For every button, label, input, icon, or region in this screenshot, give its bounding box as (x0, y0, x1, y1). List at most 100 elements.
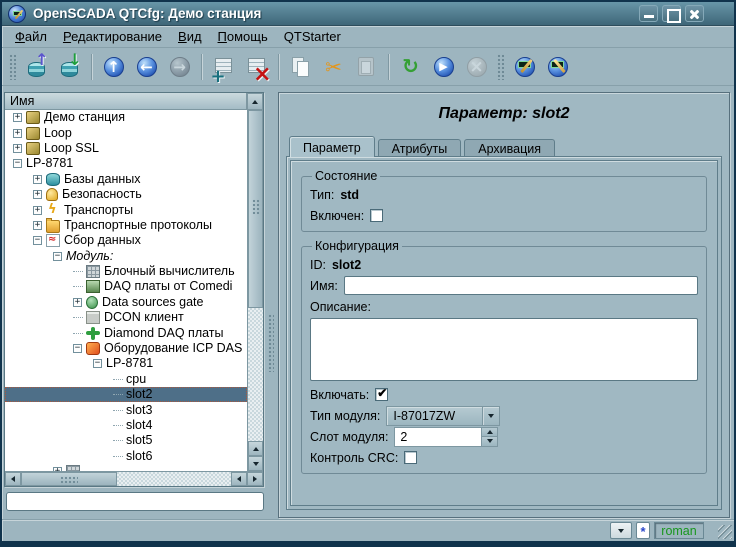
scroll-down-button[interactable] (248, 456, 263, 471)
menu-item-help[interactable]: Помощь (210, 27, 276, 46)
parameter-panel: Параметр: slot2 ПараметрАтрибутыАрхиваци… (278, 92, 730, 518)
tree-item[interactable]: +Loop (5, 125, 247, 140)
arrow-down-icon (253, 462, 259, 469)
to-enable-checkbox[interactable] (375, 388, 388, 401)
tree-header[interactable]: Имя (5, 93, 247, 110)
tree-item[interactable]: Diamond DAQ платы (5, 325, 247, 340)
tree-item[interactable]: slot5 (5, 433, 247, 448)
toolbar-separator (278, 54, 279, 80)
tree-item-label: DAQ платы от Comedi (104, 279, 232, 294)
panel-splitter[interactable] (265, 92, 277, 518)
tree-item[interactable]: −LP-8781 (5, 156, 247, 171)
horizontal-scrollbar-thumb[interactable] (21, 472, 117, 486)
load-from-db-button[interactable] (20, 51, 53, 83)
tree-item-label: Блочный вычислитель (104, 264, 235, 279)
tab-bar: ПараметрАтрибутыАрхивация (289, 135, 558, 157)
scroll-left-button-right[interactable] (231, 472, 247, 486)
close-button[interactable] (685, 5, 704, 22)
tree-item[interactable]: +Демо станция (5, 110, 247, 125)
tree-item-label: Сбор данных (64, 233, 141, 248)
expand-icon[interactable]: + (33, 175, 42, 184)
description-label: Описание: (310, 300, 371, 314)
collapse-icon[interactable]: − (33, 236, 42, 245)
tree-item[interactable]: slot4 (5, 418, 247, 433)
expand-icon[interactable]: + (13, 113, 22, 122)
nav-back-button[interactable] (130, 51, 163, 83)
nav-up-button[interactable] (97, 51, 130, 83)
tree-item[interactable]: +Транспортные протоколы (5, 218, 247, 233)
module-slot-spinbox[interactable]: 2 (394, 427, 498, 447)
expand-icon[interactable]: + (13, 129, 22, 138)
tree-item[interactable]: +Базы данных (5, 172, 247, 187)
collapse-icon[interactable]: − (13, 159, 22, 168)
collapse-icon[interactable]: − (53, 252, 62, 261)
tree-item[interactable]: slot2 (5, 387, 247, 402)
tree-item[interactable]: Блочный вычислитель (5, 264, 247, 279)
start-periodic-update-button[interactable] (427, 51, 460, 83)
scroll-up-button[interactable] (247, 93, 263, 110)
resize-grip[interactable] (718, 525, 732, 539)
tree-item[interactable]: DAQ платы от Comedi (5, 279, 247, 294)
tree-item[interactable]: −Оборудование ICP DAS (5, 341, 247, 356)
tree-item[interactable]: slot6 (5, 449, 247, 464)
vertical-scrollbar-thumb[interactable] (248, 110, 263, 308)
title-bar[interactable]: OpenSCADA QTCfg: Демо станция (2, 2, 734, 26)
tree-filter-input[interactable] (6, 492, 264, 511)
combo-arrow-button[interactable] (482, 407, 499, 425)
tree-item[interactable]: slot3 (5, 402, 247, 417)
name-input[interactable] (344, 276, 698, 295)
spin-down-button[interactable] (482, 437, 497, 446)
tree-item-label: DCON клиент (104, 310, 184, 325)
menu-item-qtstarter[interactable]: QTStarter (276, 27, 349, 46)
crc-checkbox[interactable] (404, 451, 417, 464)
module-type-combobox[interactable]: I-87017ZW (386, 406, 500, 426)
scroll-right-button[interactable] (247, 472, 263, 486)
maximize-button[interactable] (662, 5, 681, 22)
enabled-checkbox[interactable] (370, 209, 383, 222)
expand-icon[interactable]: + (73, 298, 82, 307)
toolbar-handle[interactable] (497, 54, 504, 80)
delete-item-button[interactable] (240, 51, 273, 83)
copy-item-button[interactable] (284, 51, 317, 83)
statusbar-modified-button[interactable]: * (636, 522, 650, 539)
tree-item[interactable]: +Loop SSL (5, 141, 247, 156)
tab-attributes[interactable]: Атрибуты (378, 139, 462, 157)
expand-icon[interactable]: + (13, 144, 22, 153)
tree-item[interactable]: −LP-8781 (5, 356, 247, 371)
tree-item-label: slot6 (126, 449, 152, 464)
description-textarea[interactable] (310, 318, 698, 381)
spin-up-button[interactable] (482, 428, 497, 438)
cut-item-button[interactable] (317, 51, 350, 83)
menu-item-file[interactable]: Файл (7, 27, 55, 46)
collapse-icon[interactable]: − (93, 359, 102, 368)
tree-item[interactable]: −Модуль: (5, 249, 247, 264)
tree-item[interactable]: +Безопасность (5, 187, 247, 202)
diamond-icon (86, 327, 100, 340)
horizontal-scrollbar[interactable] (5, 471, 263, 486)
menu-item-edit[interactable]: Редактирование (55, 27, 170, 46)
scroll-up-button-bottom[interactable] (248, 441, 263, 456)
tree-item[interactable]: + (5, 464, 247, 471)
minimize-button[interactable] (639, 5, 658, 22)
expand-icon[interactable]: + (33, 190, 42, 199)
collapse-icon[interactable]: − (73, 344, 82, 353)
tree-item[interactable]: cpu (5, 372, 247, 387)
add-item-button[interactable] (207, 51, 240, 83)
save-to-db-button[interactable] (53, 51, 86, 83)
tree-item[interactable]: − Сбор данных (5, 233, 247, 248)
statusbar-dropdown-button[interactable] (610, 522, 632, 539)
expand-icon[interactable]: + (33, 221, 42, 230)
qtcfg-starter-button[interactable] (508, 51, 541, 83)
menu-item-view[interactable]: Вид (170, 27, 210, 46)
scroll-left-button[interactable] (5, 472, 21, 486)
tab-archiving[interactable]: Архивация (464, 139, 555, 157)
expand-icon[interactable]: + (33, 206, 42, 215)
vision-starter-button[interactable] (541, 51, 574, 83)
tree-item[interactable]: +Транспорты (5, 202, 247, 217)
tab-parameter[interactable]: Параметр (289, 136, 375, 157)
toolbar-handle[interactable] (9, 54, 16, 80)
refresh-button[interactable] (394, 51, 427, 83)
vertical-scrollbar[interactable] (247, 110, 263, 471)
tree-item[interactable]: DCON клиент (5, 310, 247, 325)
tree-item[interactable]: +Data sources gate (5, 295, 247, 310)
